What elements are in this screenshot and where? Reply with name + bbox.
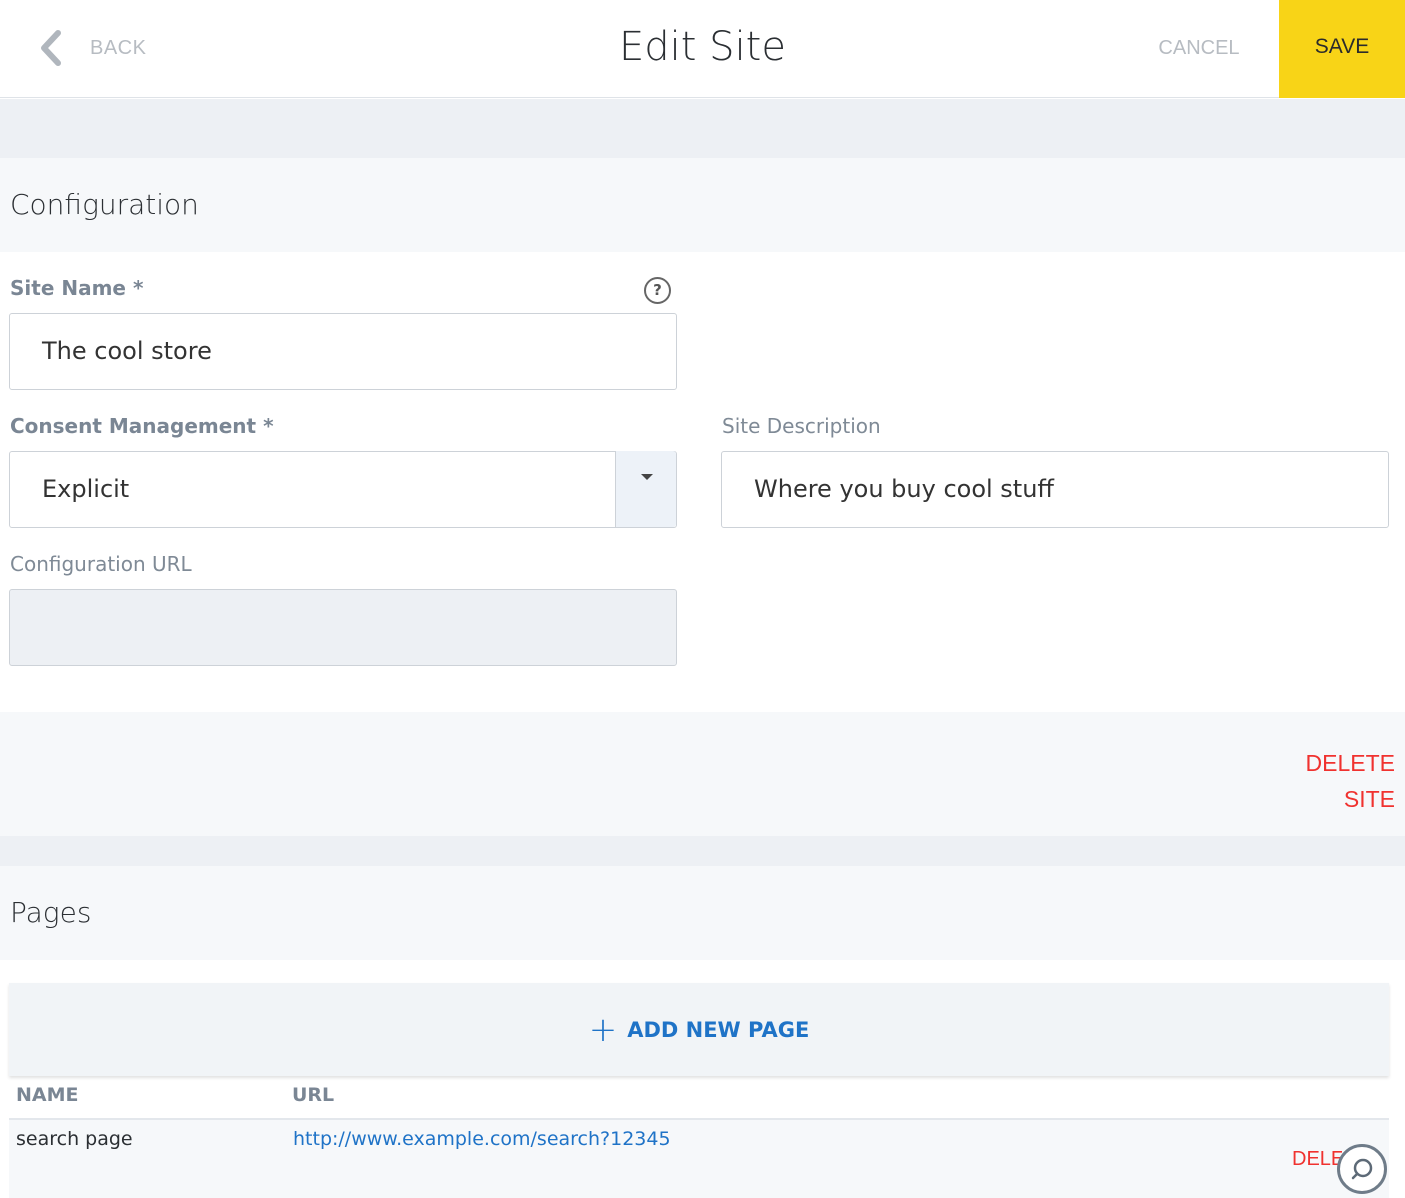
delete-site-button[interactable]: DELETE SITE: [1250, 745, 1395, 812]
chat-bubble-icon: [1351, 1158, 1373, 1180]
configuration-title: Configuration: [10, 188, 199, 221]
add-new-page-button[interactable]: + ADD NEW PAGE: [9, 983, 1389, 1076]
chat-support-button[interactable]: [1337, 1144, 1387, 1194]
page-url-link[interactable]: http://www.example.com/search?12345: [293, 1128, 671, 1150]
table-row: [9, 1118, 1389, 1198]
consent-management-label: Consent Management *: [10, 414, 274, 438]
consent-management-select[interactable]: Explicit: [9, 451, 677, 528]
site-name-input[interactable]: The cool store: [9, 313, 677, 390]
pages-title: Pages: [10, 896, 92, 929]
save-button[interactable]: SAVE: [1279, 0, 1405, 98]
delete-site-band: [0, 712, 1405, 836]
add-new-page-label: ADD NEW PAGE: [627, 1017, 810, 1042]
plus-icon: +: [588, 1009, 618, 1050]
site-name-label: Site Name *: [10, 276, 144, 300]
site-description-label: Site Description: [722, 414, 881, 438]
delete-page-button[interactable]: DELETE: [1292, 1148, 1342, 1171]
configuration-url-input: [9, 589, 677, 666]
page-name-cell: search page: [16, 1128, 133, 1150]
configuration-url-label: Configuration URL: [10, 552, 192, 576]
help-icon[interactable]: ?: [644, 277, 671, 304]
column-header-url: URL: [292, 1084, 335, 1106]
column-header-name: NAME: [16, 1084, 79, 1106]
spacer-band: [0, 836, 1405, 866]
site-description-input[interactable]: Where you buy cool stuff: [721, 451, 1389, 528]
top-bar: BACK Edit Site CANCEL SAVE: [0, 0, 1405, 98]
cancel-button[interactable]: CANCEL: [1140, 28, 1258, 68]
pages-header: Pages: [0, 866, 1405, 960]
chevron-left-icon: [41, 30, 61, 66]
spacer-band: [0, 99, 1405, 158]
back-button[interactable]: BACK: [36, 28, 146, 68]
caret-down-icon: [641, 474, 653, 480]
add-new-page-content: + ADD NEW PAGE: [9, 983, 1389, 1076]
configuration-header: Configuration: [0, 158, 1405, 252]
dropdown-toggle[interactable]: [615, 451, 676, 527]
back-label: BACK: [90, 36, 147, 59]
